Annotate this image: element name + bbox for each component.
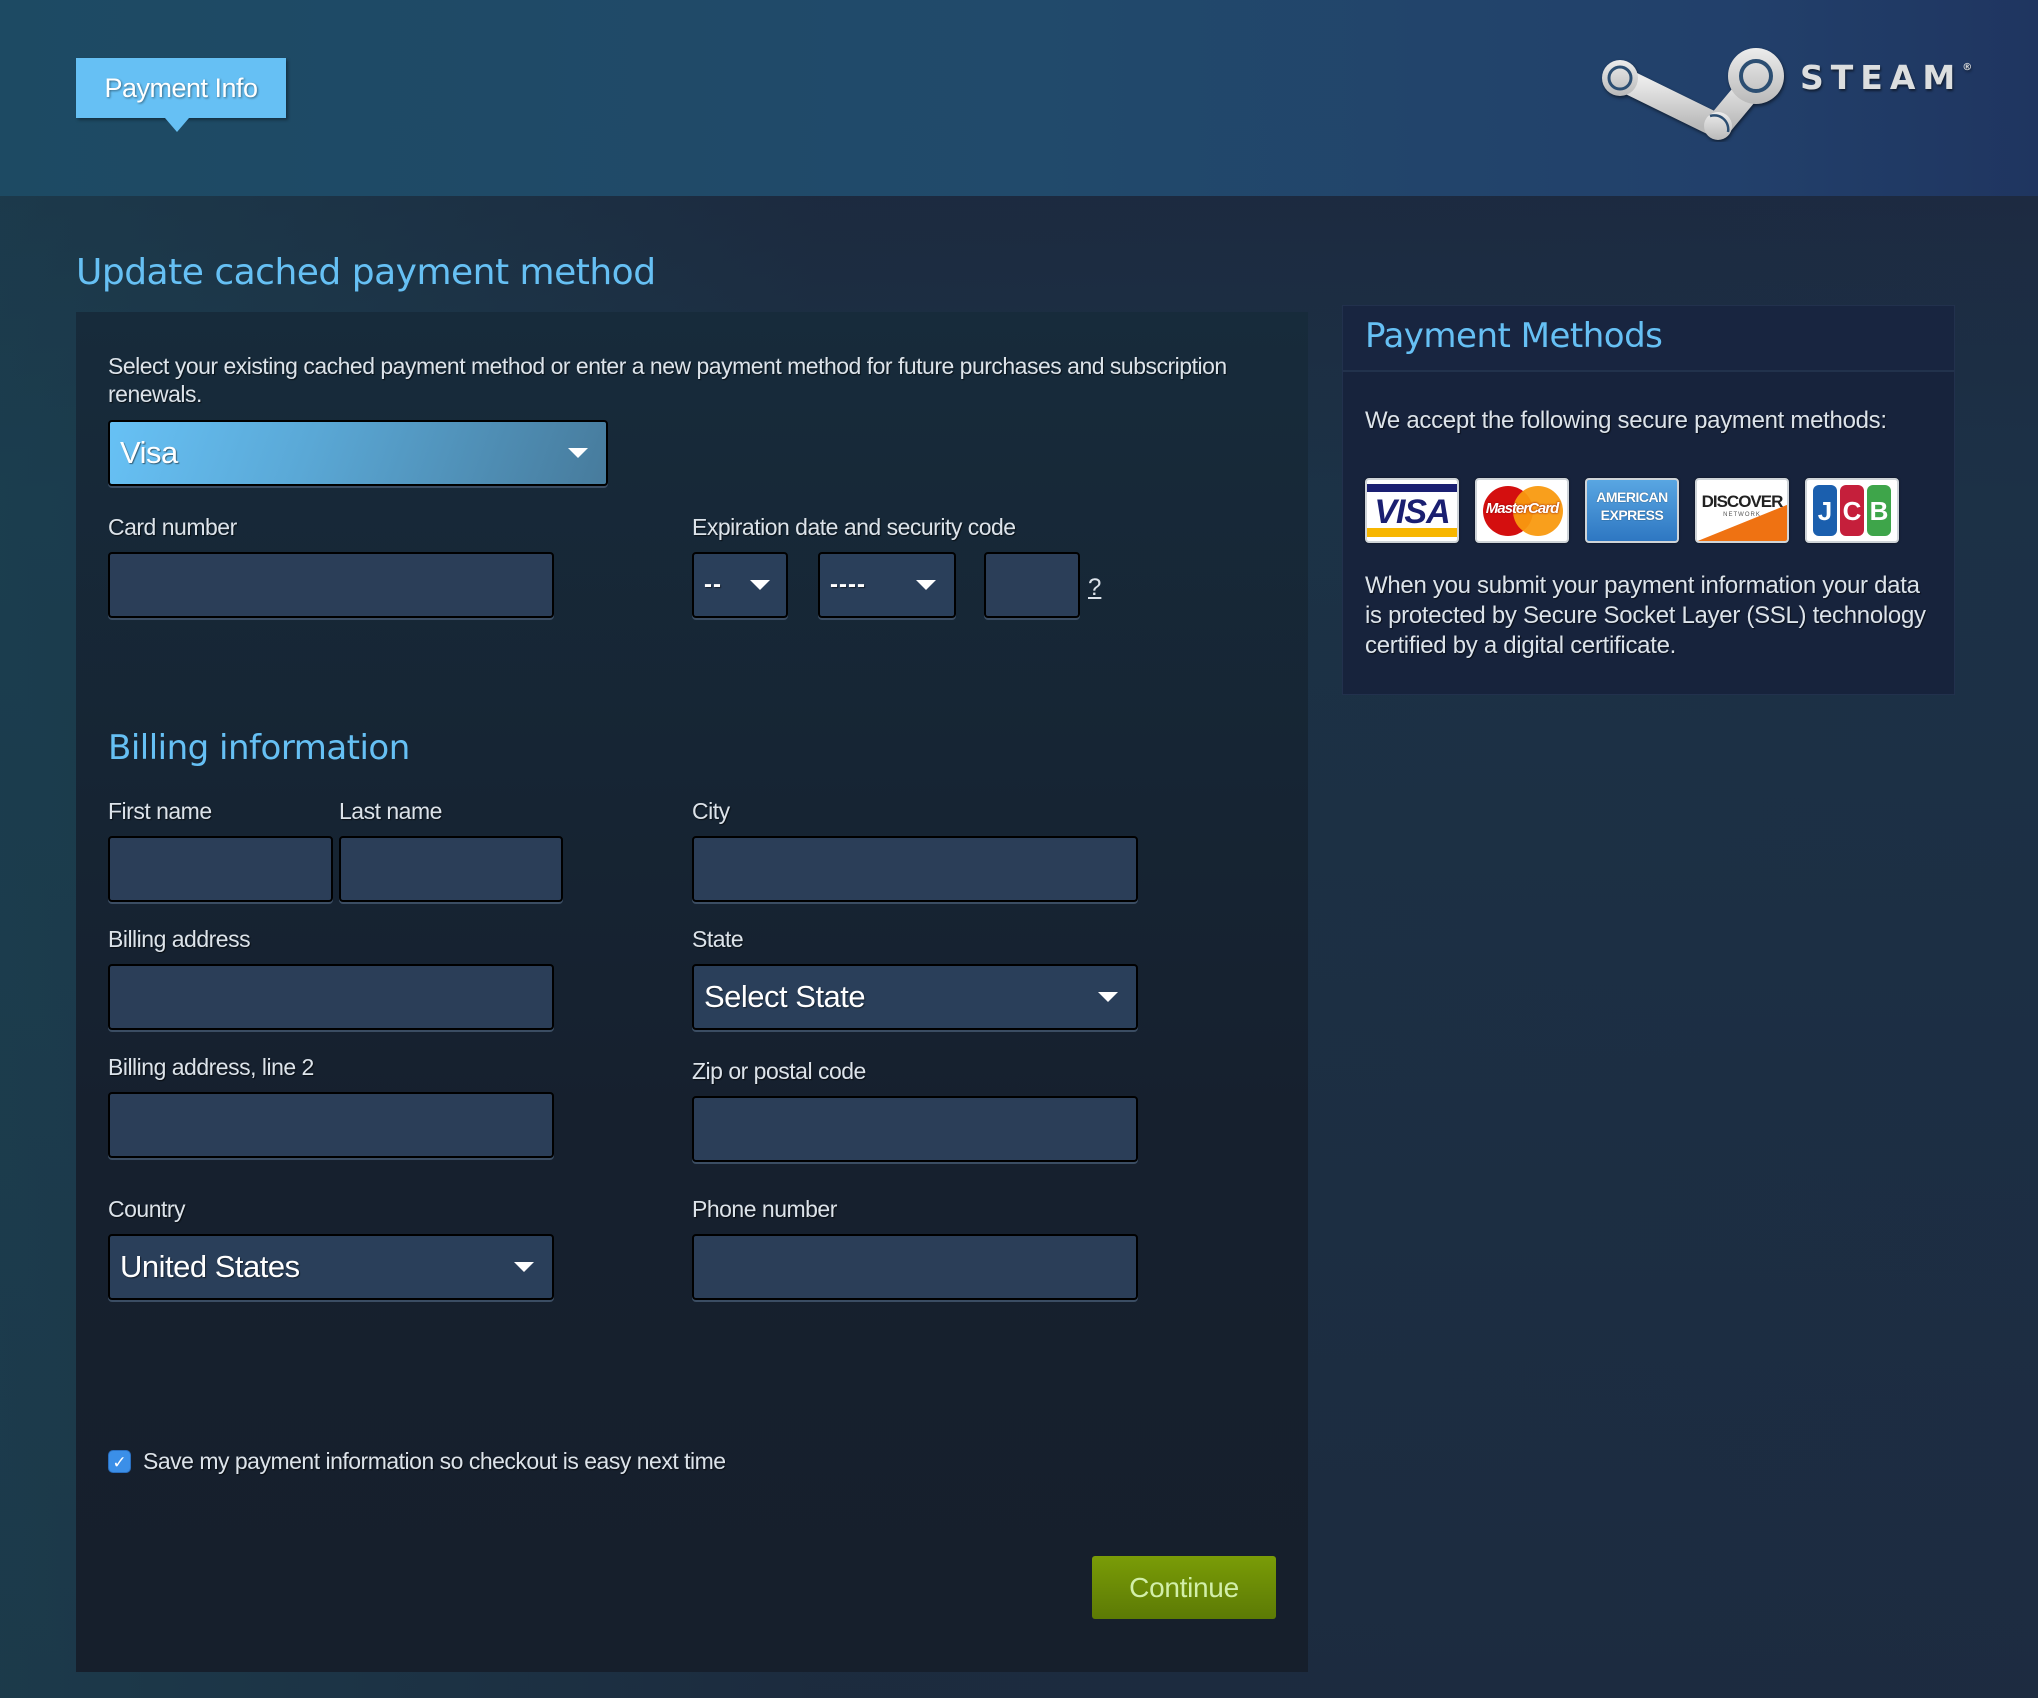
- expiration-year-value: ----: [830, 571, 866, 598]
- discover-card-text: DISCOVER: [1701, 492, 1784, 511]
- country-value: United States: [120, 1249, 300, 1284]
- payment-methods-panel: Payment Methods We accept the following …: [1342, 305, 1955, 695]
- amex-card-icon: AMERICAN EXPRESS: [1585, 478, 1679, 543]
- phone-label: Phone number: [692, 1196, 837, 1222]
- billing-address-2-label: Billing address, line 2: [108, 1054, 314, 1080]
- save-info-label[interactable]: Save my payment information so checkout …: [143, 1448, 726, 1475]
- country-label: Country: [108, 1196, 186, 1222]
- zip-input[interactable]: [694, 1098, 1136, 1160]
- discover-card-icon: DISCOVER NETWORK: [1695, 478, 1789, 543]
- billing-address-input[interactable]: [110, 966, 552, 1028]
- zip-field[interactable]: [692, 1096, 1138, 1162]
- chevron-down-icon: [1098, 992, 1118, 1002]
- mastercard-card-text: MasterCard: [1485, 500, 1560, 517]
- intro-text: Select your existing cached payment meth…: [108, 353, 1227, 407]
- phone-field[interactable]: [692, 1234, 1138, 1300]
- state-label: State: [692, 926, 744, 952]
- accept-text: We accept the following secure payment m…: [1365, 407, 1887, 434]
- steam-wordmark: STEAM®: [1800, 58, 1972, 97]
- page-title: Update cached payment method: [76, 252, 656, 293]
- mastercard-card-icon: MasterCard: [1475, 478, 1569, 543]
- chevron-down-icon: [568, 448, 588, 458]
- card-number-label: Card number: [108, 514, 237, 540]
- card-number-field[interactable]: [108, 552, 554, 618]
- visa-card-text: VISA: [1374, 493, 1450, 531]
- visa-card-icon: VISA: [1365, 478, 1459, 543]
- amex-line1: AMERICAN: [1596, 489, 1668, 505]
- chevron-down-icon: [916, 580, 936, 590]
- expiration-label: Expiration date and security code: [692, 514, 1016, 540]
- zip-label: Zip or postal code: [692, 1058, 866, 1084]
- first-name-field[interactable]: [108, 836, 333, 902]
- discover-card-sub: NETWORK: [1723, 512, 1761, 518]
- jcb-letter-c: C: [1840, 485, 1864, 536]
- country-select[interactable]: United States: [108, 1234, 554, 1300]
- billing-section-title: Billing information: [108, 728, 410, 768]
- phone-input[interactable]: [694, 1236, 1136, 1298]
- last-name-input[interactable]: [341, 838, 561, 900]
- steam-brand-text: STEAM: [1800, 58, 1963, 97]
- security-code-input[interactable]: [986, 554, 1078, 616]
- jcb-card-icon: J C B: [1805, 478, 1899, 543]
- last-name-label: Last name: [339, 798, 442, 824]
- amex-line2: EXPRESS: [1600, 507, 1664, 523]
- state-select[interactable]: Select State: [692, 964, 1138, 1030]
- last-name-field[interactable]: [339, 836, 563, 902]
- first-name-label: First name: [108, 798, 212, 824]
- jcb-letter-j: J: [1813, 485, 1837, 536]
- chevron-down-icon: [514, 1262, 534, 1272]
- trademark-mark: ®: [1962, 62, 1973, 73]
- card-logos: VISA MasterCard AMERICAN EXPRESS DISCOVER…: [1365, 478, 1899, 543]
- first-name-input[interactable]: [110, 838, 331, 900]
- payment-method-value: Visa: [120, 435, 178, 470]
- save-info-checkbox[interactable]: ✓: [108, 1450, 131, 1473]
- card-number-input[interactable]: [110, 554, 552, 616]
- expiration-month-select[interactable]: --: [692, 552, 788, 618]
- expiration-month-value: --: [704, 571, 722, 598]
- expiration-year-select[interactable]: ----: [818, 552, 956, 618]
- city-field[interactable]: [692, 836, 1138, 902]
- payment-method-select[interactable]: Visa: [108, 420, 608, 486]
- payment-info-tab: Payment Info: [76, 58, 286, 132]
- billing-address-2-input[interactable]: [110, 1094, 552, 1156]
- payment-methods-header: Payment Methods: [1343, 306, 1954, 372]
- payment-methods-title: Payment Methods: [1365, 316, 1663, 356]
- security-code-help-link[interactable]: ?: [1088, 574, 1101, 602]
- billing-address-2-field[interactable]: [108, 1092, 554, 1158]
- state-value: Select State: [704, 979, 866, 1014]
- chevron-down-icon: [750, 580, 770, 590]
- save-info-row: ✓ Save my payment information so checkou…: [108, 1448, 726, 1475]
- billing-address-field[interactable]: [108, 964, 554, 1030]
- billing-address-label: Billing address: [108, 926, 251, 952]
- ssl-text: When you submit your payment information…: [1365, 572, 1926, 659]
- city-label: City: [692, 798, 730, 824]
- jcb-letter-b: B: [1867, 485, 1891, 536]
- security-code-field[interactable]: [984, 552, 1080, 618]
- city-input[interactable]: [694, 838, 1136, 900]
- continue-button[interactable]: Continue: [1092, 1556, 1276, 1619]
